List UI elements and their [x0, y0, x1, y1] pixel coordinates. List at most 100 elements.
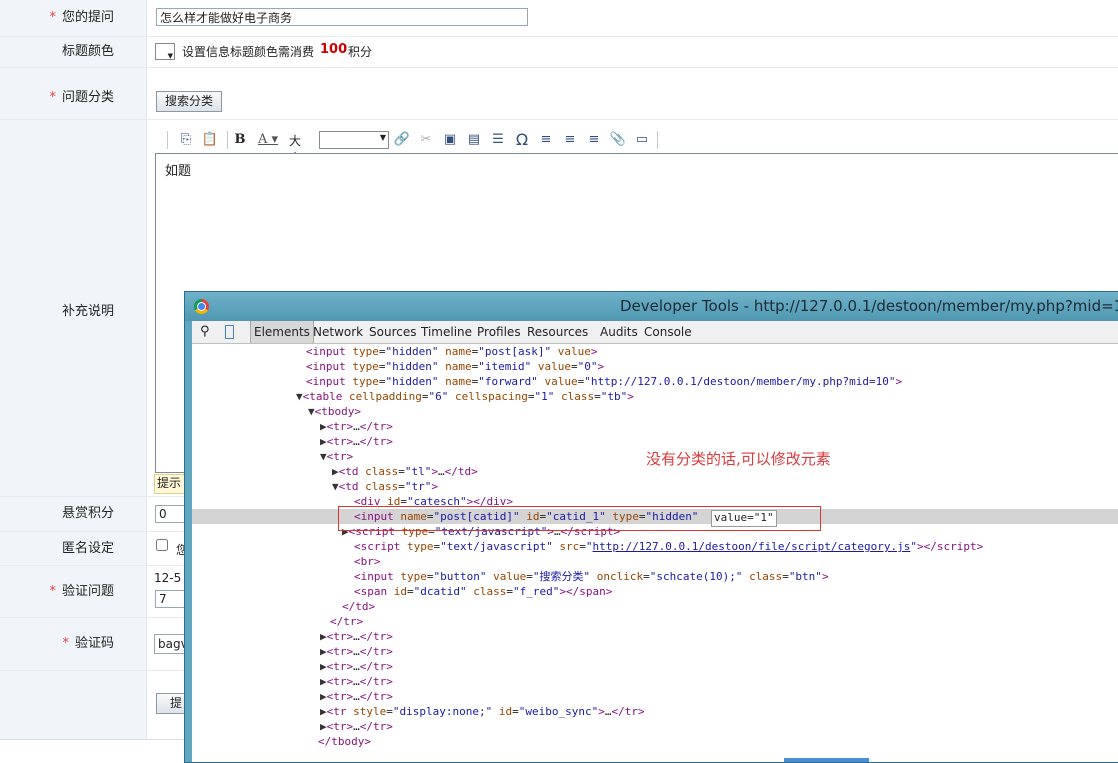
dom-node[interactable]: <input type="hidden" name="forward" valu… [192, 374, 1118, 389]
dom-node[interactable]: <span id="dcatid" class="f_red"></span> [192, 584, 1118, 599]
table-icon[interactable]: ▤ [465, 131, 483, 149]
annotation-text: 没有分类的话,可以修改元素 [646, 450, 831, 468]
category-label: 问题分类 [61, 90, 114, 105]
captcha-label: 验证码 [74, 636, 114, 651]
align-center-icon[interactable]: ≡ [561, 131, 579, 149]
devtools-title: Developer Tools - http://127.0.0.1/desto… [620, 297, 1118, 315]
toolbar-divider [657, 131, 658, 149]
title-color-row: 标题颜色 ▼ 设置信息标题颜色需消费 100 积分 [0, 37, 1118, 68]
dom-node[interactable]: </tbody> [192, 734, 1118, 749]
toolbar-divider [167, 131, 168, 149]
required-mark: * [49, 90, 56, 105]
tab-network[interactable]: Network [310, 321, 366, 343]
tab-resources[interactable]: Resources [524, 321, 591, 343]
dom-node[interactable]: ▶<tr>…</tr> [192, 629, 1118, 644]
dom-node[interactable]: ▼<td class="tr"> [192, 479, 1118, 494]
reward-label-cell: 悬赏积分 [0, 497, 147, 531]
image-icon[interactable]: ▣ [441, 131, 459, 149]
color-picker-dropdown[interactable]: ▼ [155, 43, 175, 60]
dom-node[interactable]: </tr> [192, 614, 1118, 629]
chevron-down-icon: ▼ [379, 133, 386, 142]
description-label-cell: 补充说明 [0, 120, 147, 496]
attribute-value-editor[interactable]: value="1" [711, 510, 777, 527]
anonymous-label-cell: 匿名设定 [0, 532, 147, 565]
dom-node[interactable]: ▶<tr>…</tr> [192, 434, 1118, 449]
dom-node[interactable]: ▶<tr>…</tr> [192, 659, 1118, 674]
toolbar-divider [227, 131, 228, 149]
question-value-cell [148, 0, 1118, 36]
devtools-frame-edge [185, 321, 192, 762]
tab-console[interactable]: Console [641, 321, 695, 343]
editor-hint: 提示 [154, 474, 188, 494]
question-label: 您的提问 [61, 10, 114, 25]
dom-node[interactable]: ▼<tbody> [192, 404, 1118, 419]
required-mark: * [49, 10, 56, 25]
dom-node[interactable]: ▶<tr>…</tr> [192, 644, 1118, 659]
dom-node[interactable]: <input type="hidden" name="itemid" value… [192, 359, 1118, 374]
dom-node[interactable]: ▶<tr>…</tr> [192, 419, 1118, 434]
title-color-cost: 100 [320, 42, 348, 57]
dom-node[interactable]: <input type="button" value="搜索分类" onclic… [192, 569, 1118, 584]
search-icon[interactable]: ⚲ [200, 321, 210, 343]
tab-profiles[interactable]: Profiles [474, 321, 524, 343]
required-mark: * [62, 636, 69, 651]
tab-timeline[interactable]: Timeline [418, 321, 475, 343]
copy-icon[interactable]: ⎘ [177, 131, 195, 149]
required-mark: * [49, 584, 56, 599]
chrome-icon [194, 299, 209, 314]
dom-node[interactable]: <br> [192, 554, 1118, 569]
reward-label: 悬赏积分 [61, 506, 114, 521]
category-label-cell: * 问题分类 [0, 68, 147, 119]
elements-panel: <input type="hidden" name="post[ask]" va… [192, 344, 1118, 762]
title-color-label: 标题颜色 [61, 44, 114, 59]
title-color-value-cell: ▼ 设置信息标题颜色需消费 100 积分 [148, 37, 1118, 67]
dom-node[interactable]: <script type="text/javascript" src="http… [192, 539, 1118, 554]
align-left-icon[interactable]: ≡ [537, 131, 555, 149]
question-label-cell: * 您的提问 [0, 0, 147, 36]
list-icon[interactable]: ☰ [489, 131, 507, 149]
category-row: * 问题分类 搜索分类 [0, 68, 1118, 120]
editor-content: 如题 [165, 164, 192, 179]
editor-hint-text: 提示 [157, 476, 182, 490]
verify-question-text: 12-5 [154, 571, 182, 585]
anonymous-checkbox[interactable] [156, 539, 168, 551]
bold-icon[interactable]: B [231, 131, 249, 149]
tab-elements[interactable]: Elements [250, 321, 314, 343]
chevron-down-icon: ▼ [167, 52, 173, 60]
source-icon[interactable]: ▭ [633, 131, 651, 149]
title-color-text: 设置信息标题颜色需消费 [182, 45, 315, 59]
tab-sources[interactable]: Sources [366, 321, 419, 343]
devtools-tabbar: ⚲ Elements Network Sources Timeline Prof… [192, 321, 1118, 344]
link-icon[interactable]: 🔗 [393, 131, 411, 149]
align-right-icon[interactable]: ≡ [585, 131, 603, 149]
search-category-button[interactable]: 搜索分类 [156, 91, 223, 112]
dom-node[interactable]: ▶<tr style="display:none;" id="weibo_syn… [192, 704, 1118, 719]
category-value-cell: 搜索分类 [148, 68, 1118, 119]
paste-icon[interactable]: 📋 [201, 131, 219, 149]
question-row: * 您的提问 [0, 0, 1118, 37]
question-input[interactable] [156, 8, 528, 26]
unlink-icon[interactable]: ✂ [417, 131, 435, 149]
verify-question-label-cell: * 验证问题 [0, 566, 147, 617]
dom-node[interactable]: </td> [192, 599, 1118, 614]
horizontal-scrollbar[interactable] [784, 758, 869, 762]
dom-node[interactable]: ▶<tr>…</tr> [192, 689, 1118, 704]
special-char-icon[interactable]: Ω [513, 131, 531, 149]
anonymous-label: 匿名设定 [61, 541, 114, 556]
devtools-titlebar[interactable]: Developer Tools - http://127.0.0.1/desto… [185, 292, 1118, 321]
description-label: 补充说明 [61, 304, 114, 319]
title-color-unit: 积分 [348, 45, 373, 59]
submit-label-cell [0, 671, 147, 739]
device-mode-icon[interactable] [225, 325, 234, 339]
font-size-select[interactable]: ▼ [319, 131, 389, 149]
title-color-label-cell: 标题颜色 [0, 37, 147, 67]
devtools-window: Developer Tools - http://127.0.0.1/desto… [184, 291, 1118, 763]
verify-question-label: 验证问题 [61, 584, 114, 599]
dom-node[interactable]: ▼<table cellpadding="6" cellspacing="1" … [192, 389, 1118, 404]
dom-node[interactable]: ▶<tr>…</tr> [192, 719, 1118, 734]
font-color-icon[interactable]: A ▾ [255, 131, 281, 149]
tab-audits[interactable]: Audits [597, 321, 641, 343]
dom-node[interactable]: ▶<tr>…</tr> [192, 674, 1118, 689]
attachment-icon[interactable]: 📎 [609, 131, 627, 149]
dom-node[interactable]: <input type="hidden" name="post[ask]" va… [192, 344, 1118, 359]
